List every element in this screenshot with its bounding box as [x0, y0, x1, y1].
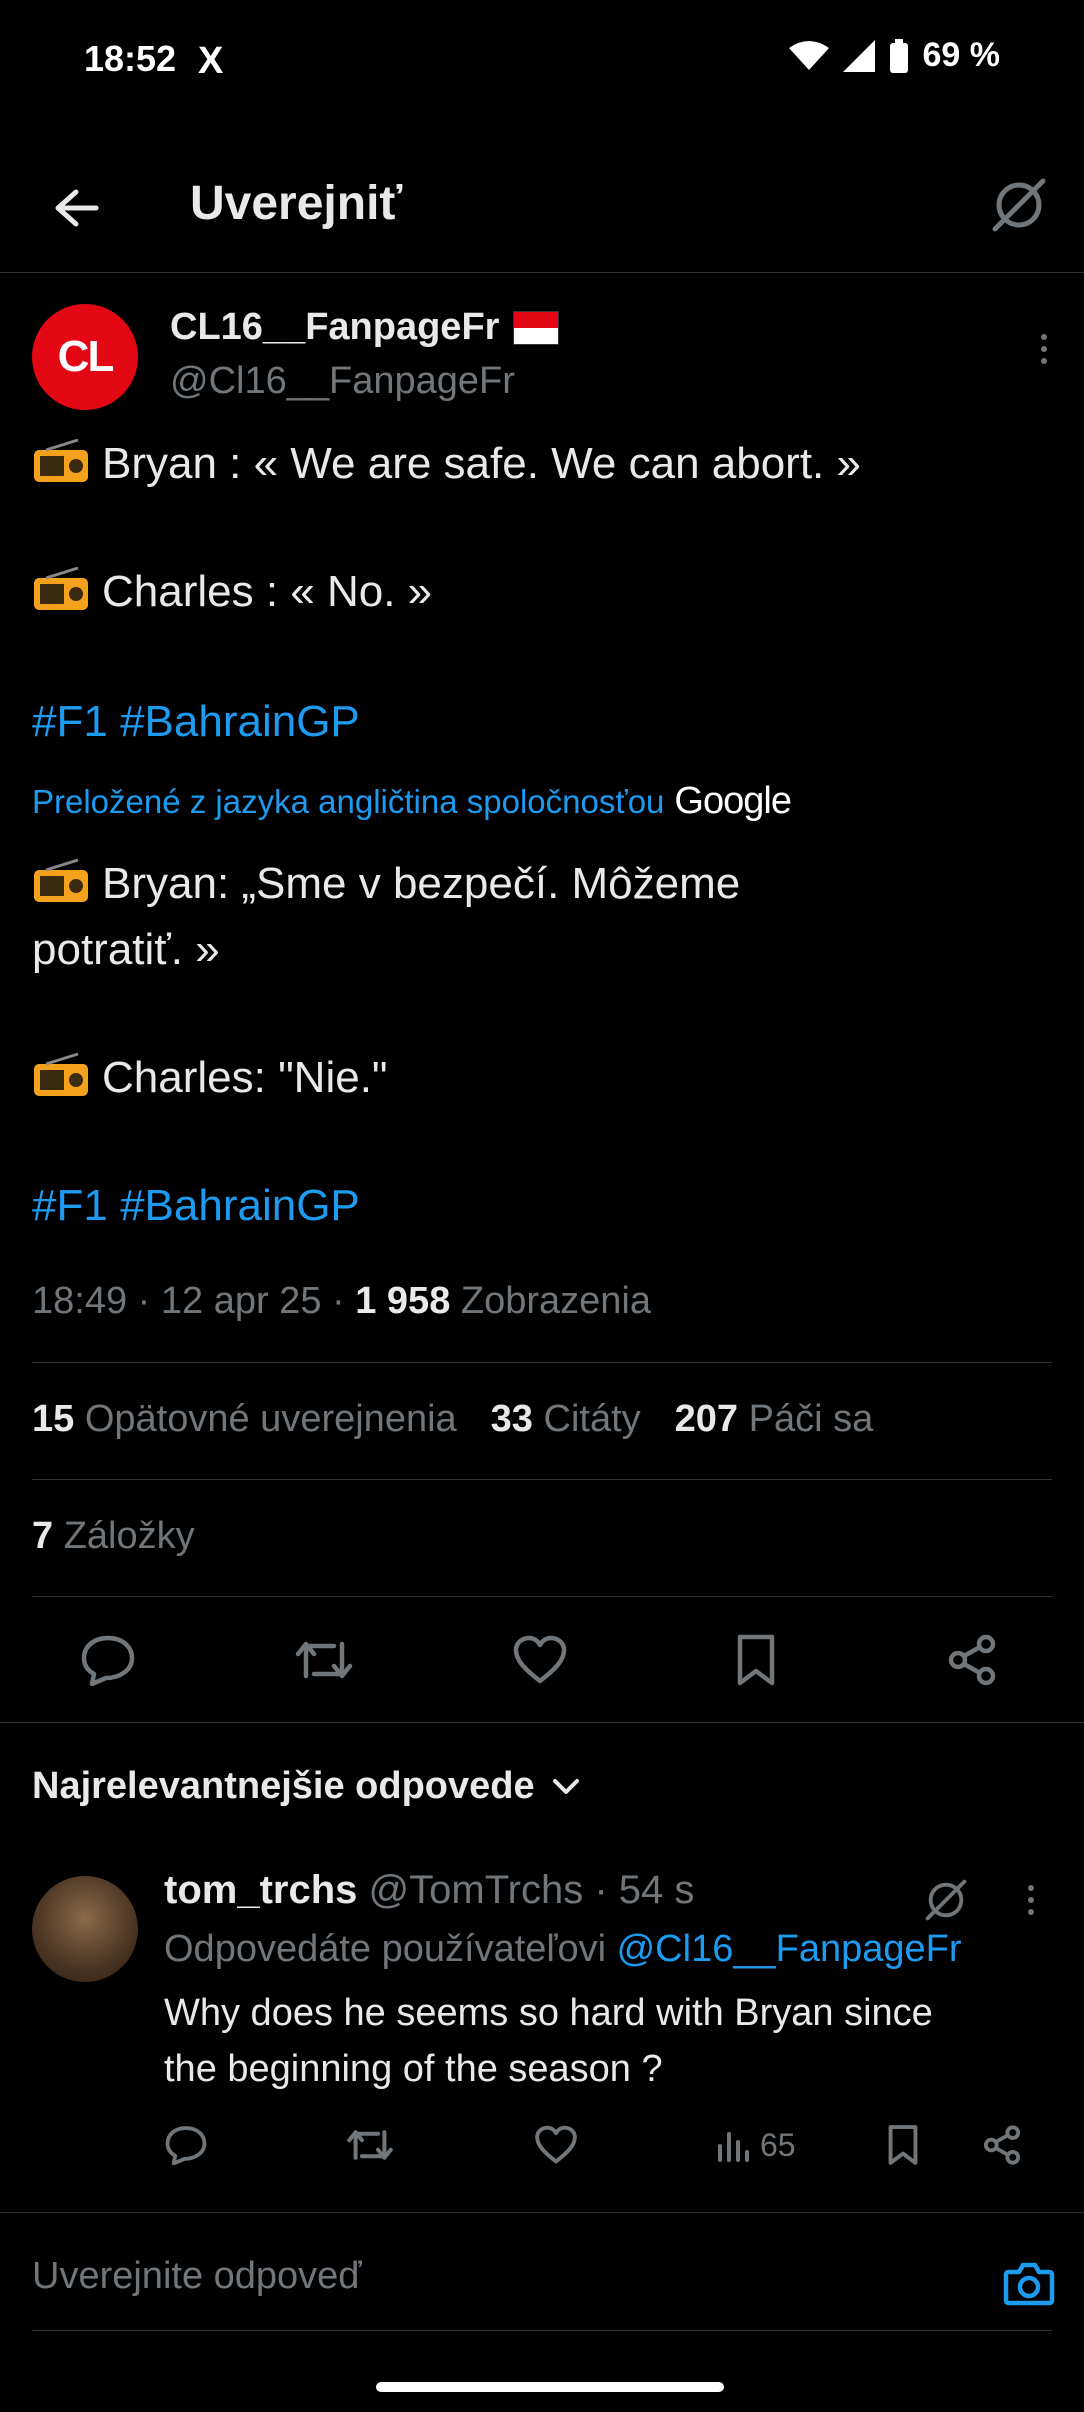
reply-header: tom_trchs @TomTrchs · 54 s [164, 1868, 695, 1912]
reply-like-button[interactable] [534, 2110, 578, 2180]
more-icon[interactable] [1024, 324, 1064, 374]
engagement-stats: 15 Opätovné uverejnenia 33 Citáty 207 Pá… [32, 1398, 873, 1441]
reply-views-button[interactable]: 65 [716, 2110, 796, 2180]
likes-stat[interactable]: 207 Páči sa [675, 1398, 874, 1441]
share-icon [983, 2125, 1021, 2165]
reply-button[interactable] [68, 1620, 148, 1700]
reply-author-handle[interactable]: @TomTrchs [369, 1868, 584, 1912]
back-button[interactable] [40, 172, 112, 244]
views-icon [718, 2132, 749, 2162]
hashtag-link[interactable]: #F1 [32, 697, 108, 746]
post-actions [0, 1610, 1084, 1710]
bookmark-icon [888, 2125, 918, 2165]
reply-age: 54 s [618, 1868, 695, 1912]
hashtag-link[interactable]: #BahrainGP [120, 697, 360, 746]
wifi-icon [788, 40, 829, 70]
divider [32, 2330, 1052, 2331]
camera-icon [1003, 2262, 1055, 2306]
repost-icon [347, 2130, 393, 2160]
reposts-stat[interactable]: 15 Opätovné uverejnenia [32, 1398, 457, 1441]
post-date: 12 apr 25 [160, 1280, 322, 1322]
more-icon[interactable] [1016, 1876, 1046, 1924]
status-time: 18:52 [84, 38, 177, 79]
like-icon [513, 1635, 567, 1684]
battery-icon [889, 38, 908, 73]
replying-to-handle[interactable]: @Cl16__FanpageFr [617, 1928, 962, 1970]
divider [32, 1362, 1052, 1363]
original-line-1: Bryan : « We are safe. We can abort. » [32, 436, 861, 492]
share-icon [948, 1634, 996, 1686]
translated-line-1b: potratiť. » [32, 925, 220, 974]
home-indicator[interactable] [376, 2382, 724, 2392]
divider [32, 1479, 1052, 1480]
grok-button[interactable] [984, 170, 1054, 240]
chevron-down-icon [552, 1778, 579, 1794]
radio-icon [34, 858, 88, 902]
reply-avatar[interactable] [32, 1876, 138, 1982]
repost-icon [295, 1641, 353, 1679]
reply-repost-button[interactable] [346, 2110, 394, 2180]
translated-line-2: Charles: "Nie." [32, 1050, 388, 1106]
views-label: Zobrazenia [460, 1280, 652, 1322]
sort-label: Najrelevantnejšie odpovede [32, 1765, 535, 1807]
reply-icon [81, 1635, 135, 1686]
replying-to-label: Odpovedáte používateľovi [164, 1928, 607, 1970]
back-arrow-icon [55, 189, 99, 227]
bookmark-icon [737, 1634, 775, 1686]
radio-icon [34, 438, 88, 482]
divider [0, 1722, 1084, 1723]
author-avatar[interactable]: CL [32, 304, 138, 410]
like-icon [535, 2125, 577, 2164]
author-name-text: CL16__FanpageFr [170, 306, 500, 348]
share-button[interactable] [932, 1620, 1012, 1700]
reply-author-name[interactable]: tom_trchs [164, 1868, 357, 1912]
post-meta: 18:49 · 12 apr 25 · 1 958 Zobrazenia [32, 1280, 652, 1322]
reply-reply-button[interactable] [164, 2110, 208, 2180]
camera-button[interactable] [996, 2250, 1062, 2316]
repost-button[interactable] [284, 1620, 364, 1700]
reply-text-line-1: Why does he seems so hard with Bryan sin… [164, 1992, 933, 2034]
google-logo: Google [674, 780, 792, 822]
bookmark-button[interactable] [716, 1620, 796, 1700]
flag-icon [513, 310, 560, 345]
radio-icon [34, 566, 88, 610]
divider [32, 1596, 1052, 1597]
battery-percent: 69 % [922, 36, 1001, 74]
x-logo-icon: X [198, 40, 224, 82]
translated-line-1a: Bryan: „Sme v bezpečí. Môžeme [32, 856, 740, 912]
hashtag-link[interactable]: #BahrainGP [120, 1181, 360, 1230]
hashtag-link[interactable]: #F1 [32, 1181, 108, 1230]
divider [0, 2212, 1084, 2213]
post-time: 18:49 [32, 1280, 128, 1322]
reply-text-line-2: the beginning of the season ? [164, 2048, 663, 2090]
replying-to: Odpovedáte používateľovi @Cl16__FanpageF… [164, 1928, 962, 1971]
replies-sort-dropdown[interactable]: Najrelevantnejšie odpovede [32, 1765, 581, 1808]
author-handle[interactable]: @Cl16__FanpageFr [170, 360, 515, 403]
original-line-2: Charles : « No. » [32, 564, 432, 620]
grok-icon [992, 178, 1046, 232]
reply-views-count: 65 [760, 2126, 796, 2163]
avatar-text: CL [57, 332, 115, 381]
top-header: Uverejniť [0, 150, 1084, 273]
reply-share-button[interactable] [982, 2110, 1022, 2180]
author-name[interactable]: CL16__FanpageFr [170, 306, 560, 349]
translation-label: Preložené z jazyka angličtina spoločnosť… [32, 782, 665, 820]
radio-icon [34, 1052, 88, 1096]
reply-bookmark-button[interactable] [886, 2110, 920, 2180]
status-indicators: 69 % [788, 36, 1001, 75]
reply-actions: 65 [150, 2110, 1050, 2180]
like-button[interactable] [500, 1620, 580, 1700]
quotes-stat[interactable]: 33 Citáty [491, 1398, 641, 1441]
hashtags-original: #F1 #BahrainGP [32, 694, 360, 750]
reply-grok-button[interactable] [918, 1872, 974, 1928]
signal-icon [842, 39, 875, 72]
translation-attribution[interactable]: Preložené z jazyka angličtina spoločnosť… [32, 780, 792, 823]
page-title: Uverejniť [190, 177, 403, 230]
hashtags-translated: #F1 #BahrainGP [32, 1178, 360, 1234]
grok-icon [925, 1879, 967, 1921]
reply-icon [165, 2126, 207, 2165]
reply-input[interactable]: Uverejnite odpoveď [32, 2255, 362, 2298]
views-count: 1 958 [355, 1280, 451, 1322]
bookmarks-stat[interactable]: 7 Záložky [32, 1515, 195, 1558]
